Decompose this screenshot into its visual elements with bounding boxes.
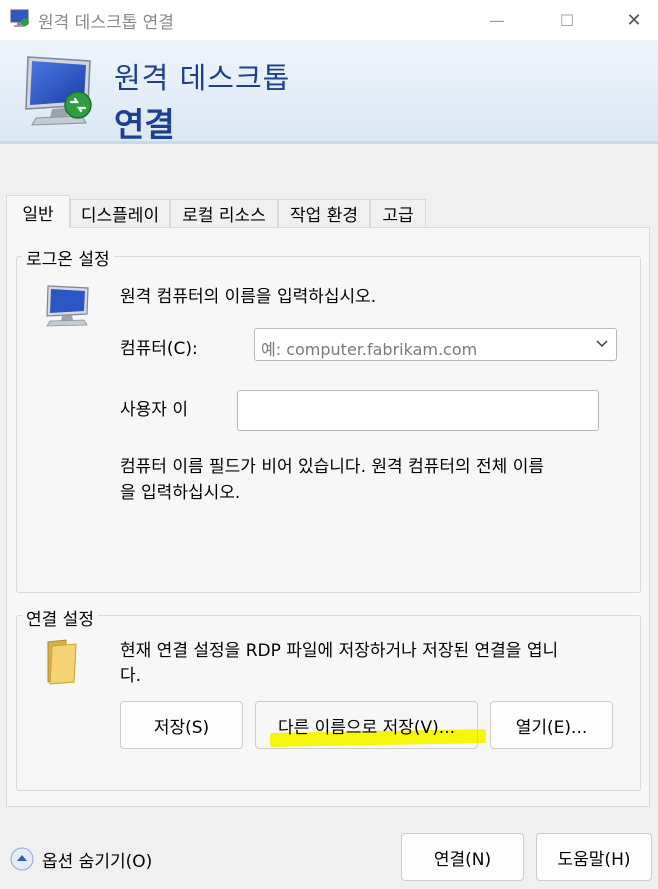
logon-settings-title: 로그온 설정 — [22, 245, 114, 270]
header-title-line1: 원격 데스크톱 — [114, 61, 291, 95]
logon-instruction: 원격 컴퓨터의 이름을 입력하십시오. — [120, 287, 377, 307]
username-field[interactable] — [237, 390, 599, 431]
options-label: 옵션 숨기기(O) — [42, 851, 153, 872]
remote-desktop-app-icon — [10, 9, 29, 27]
tab-experience[interactable]: 작업 환경 — [278, 199, 370, 227]
maximize-button[interactable]: ☐ — [540, 0, 594, 40]
computer-combobox[interactable]: 예: computer.fabrikam.com — [254, 328, 617, 361]
header-title-line2: 연결 — [114, 105, 175, 144]
connection-desc-line2: 다. — [120, 666, 142, 686]
computer-icon — [46, 285, 89, 327]
save-button[interactable]: 저장(S) — [120, 701, 243, 749]
tab-display[interactable]: 디스플레이 — [70, 199, 170, 227]
collapse-arrow-icon[interactable] — [10, 847, 34, 871]
header-divider — [0, 141, 658, 144]
connection-desc-line1: 현재 연결 설정을 RDP 파일에 저장하거나 저장된 연결을 엽니 — [120, 641, 559, 661]
remote-desktop-monitor-icon — [25, 56, 92, 126]
connect-button[interactable]: 연결(N) — [401, 833, 524, 881]
minimize-button[interactable]: — — [470, 0, 524, 40]
tab-general[interactable]: 일반 — [6, 195, 70, 228]
help-button[interactable]: 도움말(H) — [536, 833, 652, 881]
save-as-button[interactable]: 다른 이름으로 저장(V)... — [255, 701, 478, 749]
computer-placeholder: 예: computer.fabrikam.com — [261, 340, 478, 359]
connection-settings-title: 연결 설정 — [22, 605, 98, 630]
window-title: 원격 데스크톱 연결 — [38, 13, 174, 33]
warning-line1: 컴퓨터 이름 필드가 비어 있습니다. 원격 컴퓨터의 전체 이름 — [120, 457, 544, 477]
open-button[interactable]: 열기(E)... — [490, 701, 613, 749]
tab-local-resources[interactable]: 로컬 리소스 — [170, 199, 278, 227]
close-button[interactable]: ✕ — [610, 0, 658, 40]
tab-advanced[interactable]: 고급 — [370, 199, 426, 227]
warning-line2: 을 입력하십시오. — [120, 483, 241, 503]
options-toggle[interactable]: 옵션 숨기기(O) — [10, 845, 210, 873]
chevron-down-icon[interactable] — [596, 340, 608, 348]
username-label: 사용자 이 — [120, 400, 188, 420]
computer-label: 컴퓨터(C): — [120, 339, 198, 359]
title-bar: 원격 데스크톱 연결 — ☐ ✕ — [0, 0, 658, 40]
folder-icon — [47, 639, 77, 685]
